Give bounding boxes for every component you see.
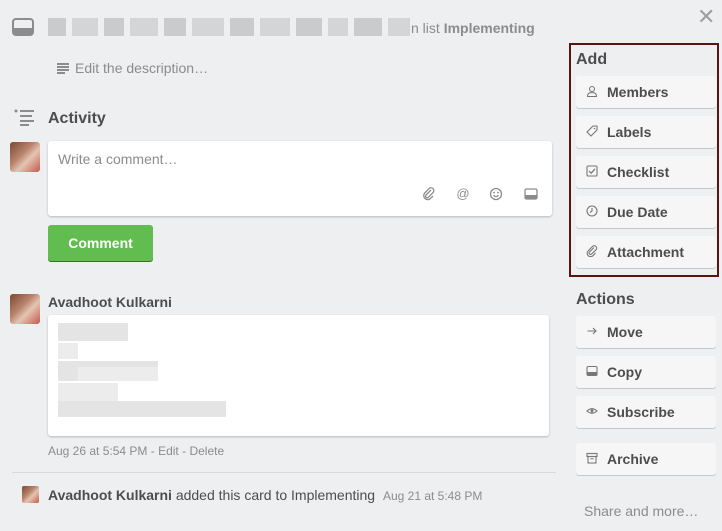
card-icon: [586, 365, 598, 380]
activity-log-entry: Avadhoot Kulkarni added this card to Imp…: [48, 487, 482, 503]
activity-icon: [14, 108, 36, 126]
comment-delete-link[interactable]: Delete: [189, 444, 224, 458]
due-date-button[interactable]: Due Date: [576, 196, 716, 228]
comment-edit-link[interactable]: Edit: [158, 444, 179, 458]
checklist-button[interactable]: Checklist: [576, 156, 716, 188]
edit-description-label: Edit the description…: [75, 60, 209, 76]
activity-title: Activity: [48, 110, 106, 127]
description-icon: [57, 63, 69, 74]
comment-composer[interactable]: @: [48, 141, 552, 216]
mention-icon[interactable]: @: [456, 187, 470, 201]
log-author[interactable]: Avadhoot Kulkarni: [48, 487, 172, 503]
clock-icon: [586, 204, 598, 220]
eye-icon: [586, 405, 598, 420]
comment-author[interactable]: Avadhoot Kulkarni: [48, 294, 172, 310]
close-icon[interactable]: ✕: [697, 6, 715, 28]
members-button[interactable]: Members: [576, 76, 716, 108]
paperclip-icon[interactable]: [422, 187, 436, 201]
arrow-right-icon: [586, 325, 598, 340]
log-date[interactable]: Aug 21 at 5:48 PM: [383, 489, 482, 503]
list-name-link[interactable]: Implementing: [444, 20, 535, 36]
list-prefix: n list: [411, 20, 440, 36]
card-title-redacted[interactable]: [48, 18, 410, 36]
avatar[interactable]: [10, 142, 40, 172]
log-action: added this card to Implementing: [175, 487, 376, 503]
divider: [12, 472, 556, 473]
comment-date: Aug 26 at 5:54 PM: [48, 444, 148, 458]
copy-button[interactable]: Copy: [576, 356, 716, 388]
archive-button[interactable]: Archive: [576, 443, 716, 475]
comment-input[interactable]: [58, 151, 538, 167]
subscribe-button[interactable]: Subscribe: [576, 396, 716, 428]
archive-icon: [586, 452, 598, 467]
comment-body-redacted: [48, 315, 549, 436]
edit-description-link[interactable]: Edit the description…: [57, 60, 208, 76]
attachment-button[interactable]: Attachment: [576, 236, 716, 268]
card-list-info: n list Implementing: [411, 20, 535, 36]
add-heading: Add: [576, 51, 608, 68]
tag-icon: [586, 124, 598, 140]
move-button[interactable]: Move: [576, 316, 716, 348]
avatar[interactable]: [10, 294, 40, 324]
person-icon: [586, 85, 598, 100]
checkbox-icon: [586, 164, 598, 180]
share-and-more-link[interactable]: Share and more…: [584, 503, 698, 519]
card-icon[interactable]: [524, 187, 538, 201]
avatar[interactable]: [22, 486, 39, 503]
comment-meta: Aug 26 at 5:54 PM - Edit - Delete: [48, 444, 225, 458]
paperclip-icon: [586, 244, 598, 260]
labels-button[interactable]: Labels: [576, 116, 716, 148]
emoji-icon[interactable]: [489, 187, 503, 201]
card-icon: [12, 18, 34, 36]
comment-button[interactable]: Comment: [48, 225, 153, 261]
actions-heading: Actions: [576, 291, 635, 308]
